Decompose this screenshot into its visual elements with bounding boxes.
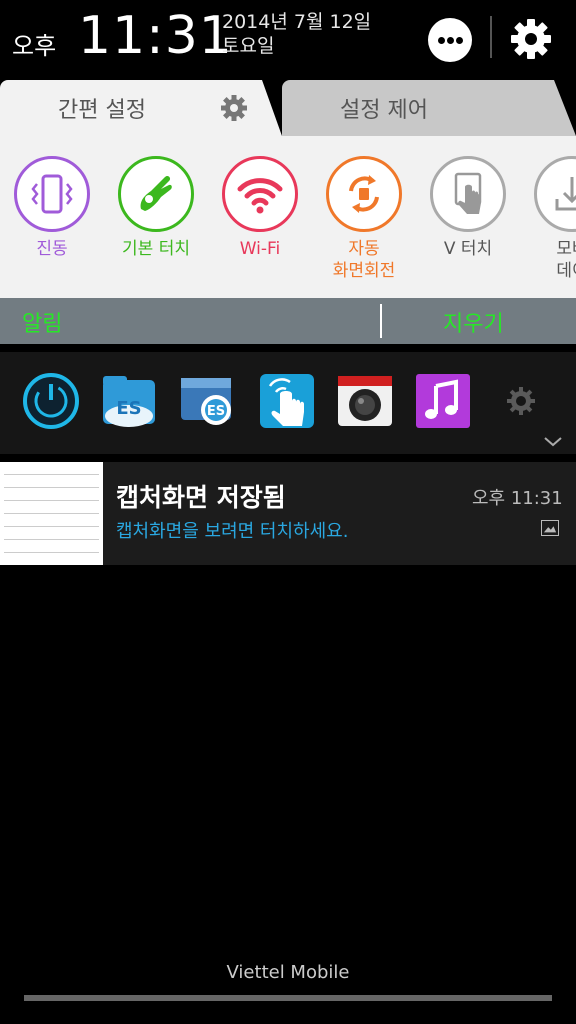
quick-toggle-v-touch[interactable]: V 터치 <box>416 156 520 260</box>
date-text: 2014년 7월 12일 <box>222 11 372 33</box>
mobile-data-icon <box>555 177 576 211</box>
drag-handle[interactable] <box>24 995 552 1001</box>
gear-app-icon <box>507 387 535 415</box>
notification-title: 캡처화면 저장됨 <box>116 483 286 512</box>
app-shortcut-music[interactable] <box>414 372 472 430</box>
toggle-label-line2: 화면회전 <box>332 261 396 281</box>
notifications-label: 알림 <box>22 312 63 337</box>
more-dots-icon <box>438 37 445 44</box>
v-touch-icon <box>454 172 482 214</box>
notice-divider <box>380 304 382 338</box>
weekday-text: 토요일 <box>222 35 275 57</box>
quick-toggle-basic-touch[interactable]: 기본 터치 <box>104 156 208 260</box>
toggle-circle <box>326 156 402 232</box>
quick-toggle-mobile-data[interactable]: 모바 데이 <box>520 156 576 282</box>
toggle-label: V 터치 <box>443 239 493 259</box>
app-shortcut-touch[interactable] <box>258 372 316 430</box>
tab-quick-settings[interactable]: 간편 설정 <box>0 80 282 136</box>
toggle-label: Wi-Fi <box>239 239 281 259</box>
es-file-explorer-icon: ES <box>103 376 155 427</box>
app-shortcut-bar: ES ES <box>0 352 576 454</box>
clear-all-button[interactable]: 지우기 <box>443 306 504 338</box>
screenshot-thumbnail <box>0 462 103 565</box>
carrier-label: Viettel Mobile <box>226 962 350 983</box>
power-app-icon <box>23 373 79 429</box>
toggle-label: 진동 <box>36 239 68 259</box>
more-options-button[interactable] <box>428 18 472 62</box>
settings-tabs: 간편 설정 설정 제어 <box>0 80 576 136</box>
tab-label: 간편 설정 <box>58 98 146 123</box>
more-dots-icon <box>447 37 454 44</box>
settings-button[interactable] <box>508 16 554 62</box>
svg-text:ES: ES <box>207 404 225 419</box>
app-shortcut-es-settings[interactable]: ES <box>178 372 236 430</box>
gear-icon[interactable] <box>220 94 248 122</box>
music-app-icon <box>416 374 470 428</box>
quick-toggle-auto-rotate[interactable]: 자동 화면회전 <box>312 156 416 282</box>
toggle-label: 자동 화면회전 <box>312 238 416 282</box>
toggle-label: 모바 데이 <box>520 238 576 282</box>
quick-toggle-vibrate[interactable]: 진동 <box>0 156 104 260</box>
clock-ampm: 오후 <box>12 32 57 60</box>
toggle-circle <box>534 156 576 232</box>
toggle-circle <box>222 156 298 232</box>
toggle-label: 기본 터치 <box>122 239 190 259</box>
app-shortcut-power[interactable] <box>22 372 80 430</box>
vibrate-icon <box>31 174 73 214</box>
auto-rotate-icon <box>349 175 379 213</box>
toggle-circle <box>118 156 194 232</box>
app-shortcut-camera[interactable] <box>336 372 394 430</box>
app-shortcut-settings[interactable] <box>492 372 550 430</box>
tab-setting-control[interactable]: 설정 제어 <box>282 80 576 136</box>
toggle-label-line1: 자동 <box>348 239 380 259</box>
status-header: 오후 11:31 2014년 7월 12일 토요일 <box>0 0 576 80</box>
notification-item-screenshot[interactable]: 캡처화면 저장됨 오후 11:31 캡처화면을 보려면 터치하세요. <box>0 462 576 565</box>
notification-subtitle: 캡처화면을 보려면 터치하세요. <box>116 521 349 542</box>
clock-time: 11:31 <box>78 6 233 66</box>
quick-toggle-wifi[interactable]: Wi-Fi <box>208 156 312 260</box>
tab-label: 설정 제어 <box>340 98 428 123</box>
notification-time: 오후 11:31 <box>472 488 563 509</box>
toggle-circle <box>430 156 506 232</box>
wifi-icon <box>237 178 283 214</box>
gear-icon <box>511 19 551 59</box>
chevron-down-icon[interactable] <box>543 436 563 448</box>
svg-text:ES: ES <box>116 398 141 419</box>
toggle-label-line1: 모바 <box>556 239 576 259</box>
date-block: 2014년 7월 12일 토요일 <box>222 10 371 58</box>
more-dots-icon <box>456 37 463 44</box>
quick-settings-panel: 진동 기본 터치 Wi-Fi 자동 화면회전 V 터치 모 데 <box>0 136 576 298</box>
touch-hand-icon <box>140 175 172 211</box>
toggle-circle <box>14 156 90 232</box>
camera-app-icon <box>338 376 392 426</box>
app-shortcut-es-file-explorer[interactable]: ES <box>100 372 158 430</box>
image-icon <box>541 520 559 536</box>
es-settings-icon: ES <box>181 378 231 425</box>
header-divider <box>490 16 492 58</box>
touch-app-icon <box>260 374 314 428</box>
toggle-label-line2: 데이 <box>556 261 576 281</box>
notification-header-bar: 알림 지우기 <box>0 298 576 344</box>
